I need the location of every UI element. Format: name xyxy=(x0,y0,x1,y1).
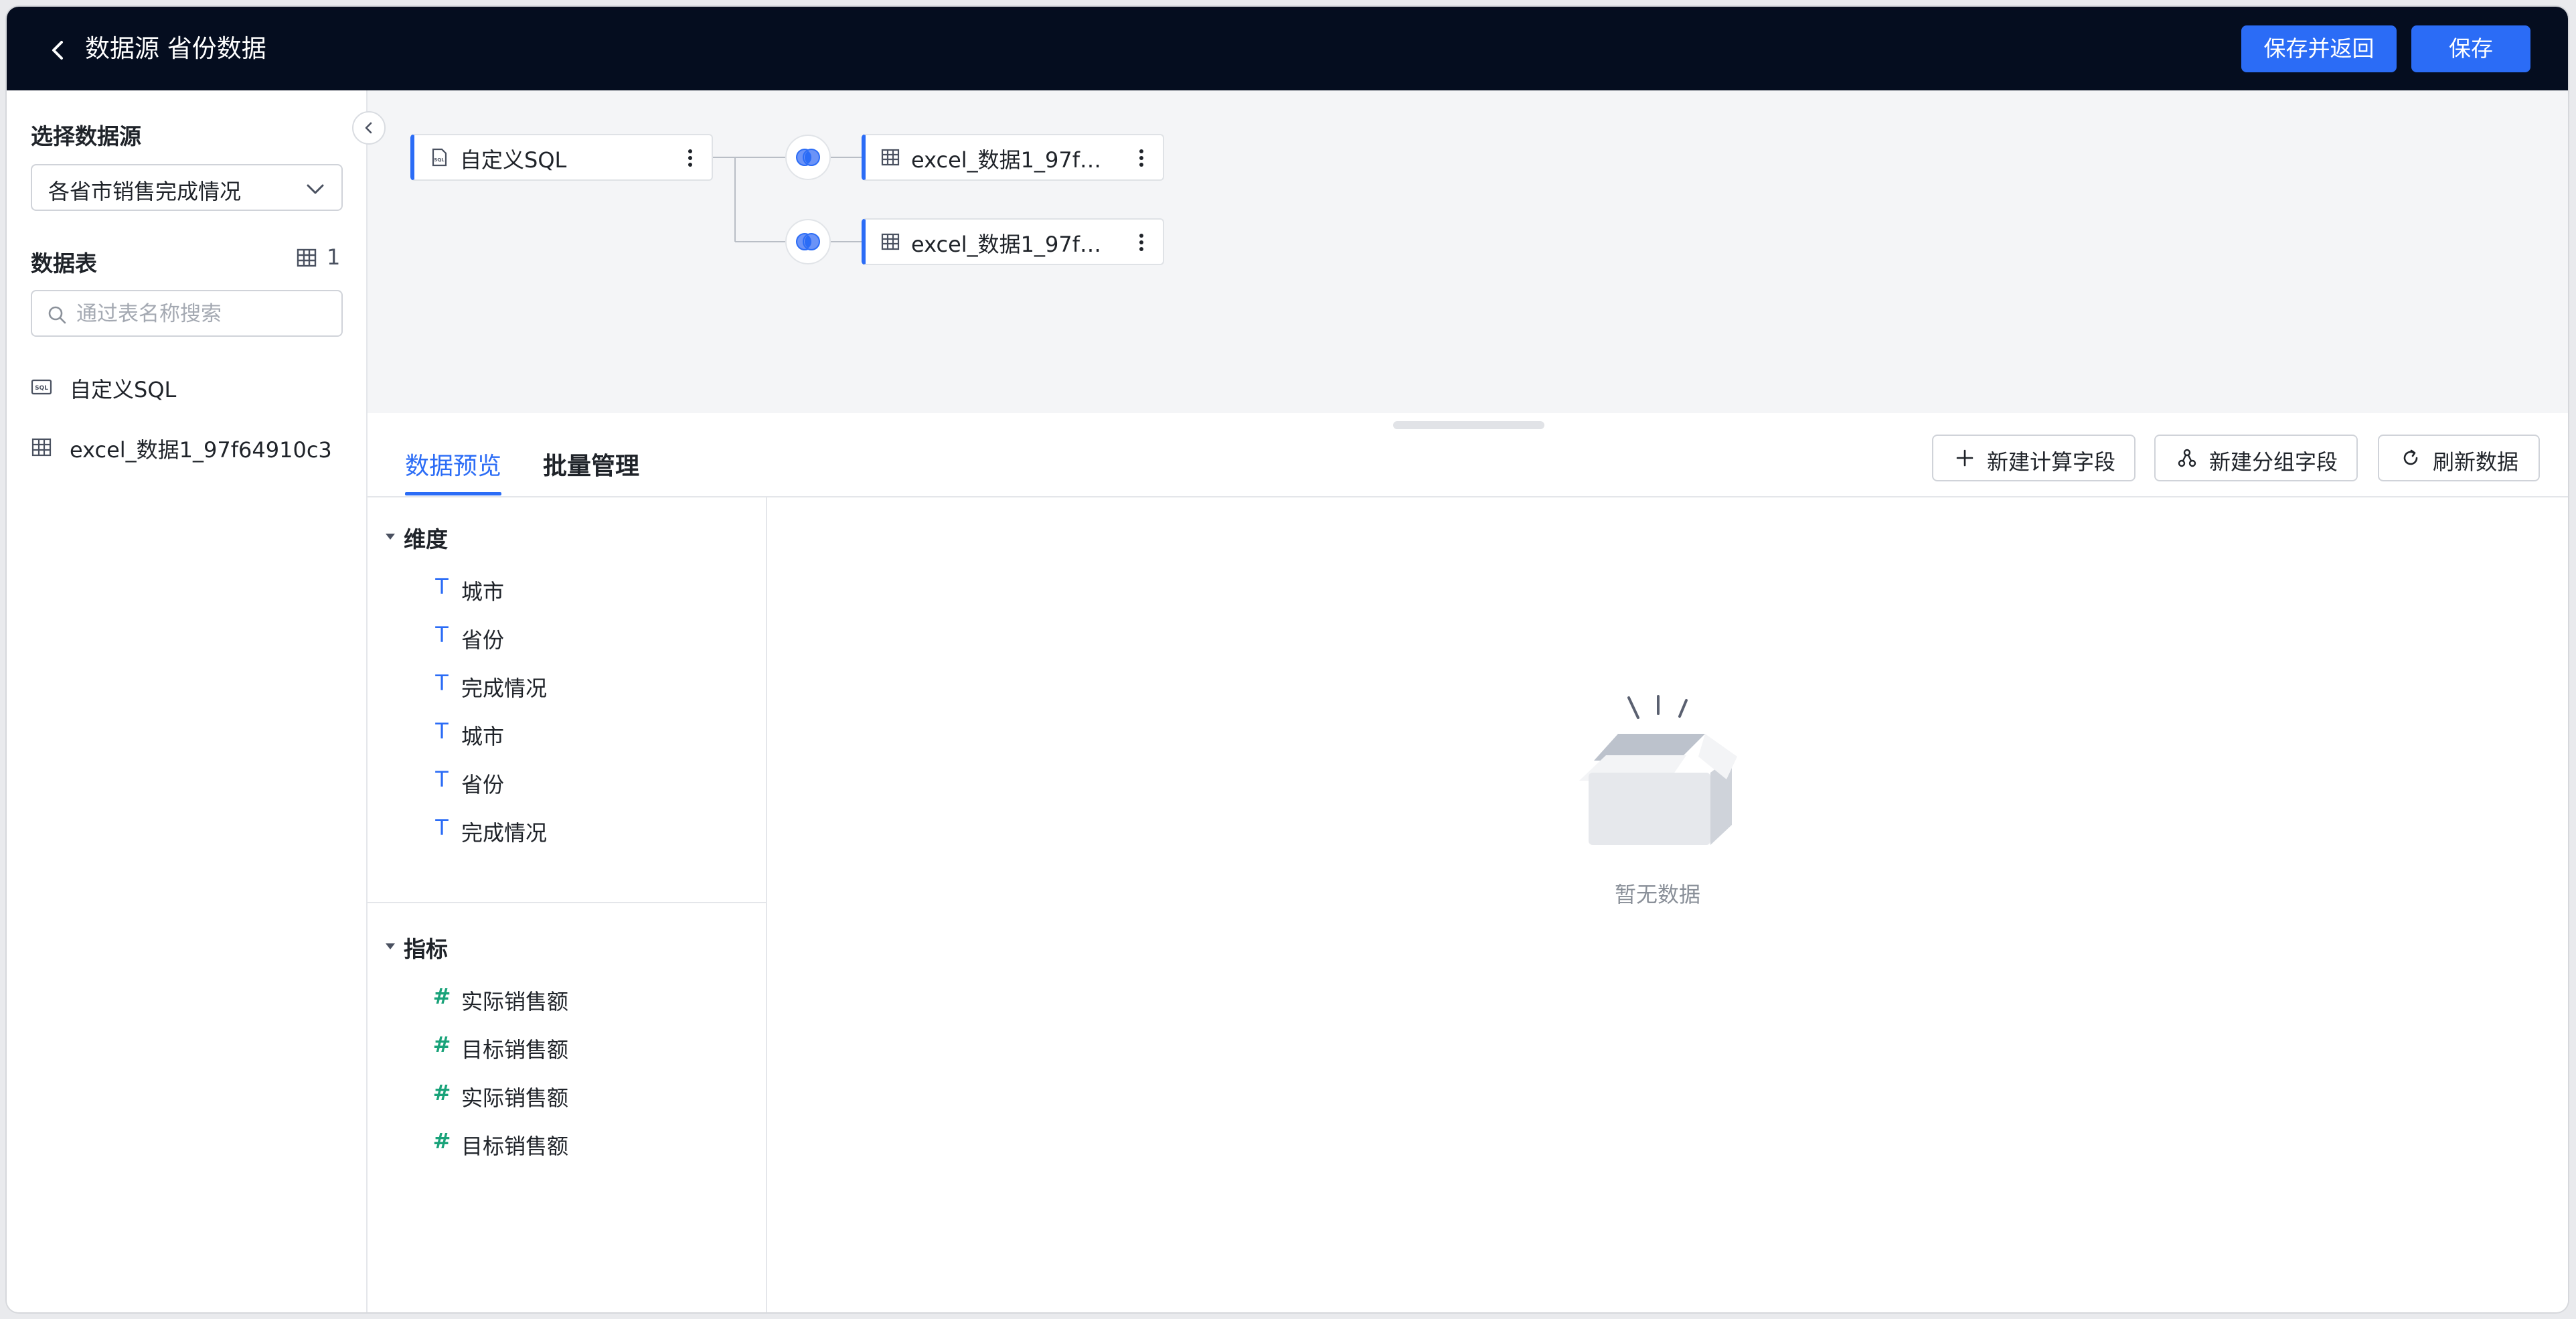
datasource-select-value: 各省市销售完成情况 xyxy=(48,179,242,204)
refresh-icon xyxy=(2403,449,2418,465)
dimension-field[interactable]: T 城市 xyxy=(432,717,740,749)
table-search[interactable] xyxy=(31,290,343,337)
tab-data-preview[interactable]: 数据预览 xyxy=(405,447,501,481)
save-and-return-button[interactable]: 保存并返回 xyxy=(2241,25,2397,72)
svg-text:SQL: SQL xyxy=(434,157,445,163)
search-icon xyxy=(48,306,66,324)
number-type-icon: # xyxy=(432,984,451,1009)
dimension-field[interactable]: T 省份 xyxy=(432,621,740,653)
dimension-field[interactable]: T 完成情况 xyxy=(432,813,740,846)
empty-state-text: 暂无数据 xyxy=(1614,882,1700,907)
field-label: 完成情况 xyxy=(461,676,548,701)
join-canvas[interactable]: SQL 自定义SQL excel_数据1_97f… excel_数据1_97f… xyxy=(368,90,2568,413)
button-label: 新建分组字段 xyxy=(2209,449,2338,475)
sql-file-icon: SQL xyxy=(432,148,447,167)
field-label: 城市 xyxy=(461,579,505,605)
button-label: 新建计算字段 xyxy=(1987,449,2116,475)
text-type-icon: T xyxy=(435,670,449,696)
node-label: excel_数据1_97f… xyxy=(911,232,1102,257)
text-type-icon: T xyxy=(435,718,449,744)
more-vertical-icon[interactable] xyxy=(1129,229,1153,256)
node-label: 自定义SQL xyxy=(460,147,567,173)
field-label: 省份 xyxy=(461,772,505,797)
tables-label: 数据表 xyxy=(31,250,97,277)
node-label: excel_数据1_97f… xyxy=(911,147,1102,173)
hierarchy-icon xyxy=(2178,449,2196,467)
table-icon xyxy=(881,149,900,166)
node-custom-sql[interactable]: SQL 自定义SQL xyxy=(410,134,713,181)
group-divider xyxy=(368,902,766,903)
datasource-label: 选择数据源 xyxy=(31,123,141,149)
measure-field[interactable]: # 目标销售额 xyxy=(432,1127,740,1159)
inner-join-icon xyxy=(796,233,820,250)
plus-icon xyxy=(1956,449,1974,467)
table-search-input[interactable] xyxy=(75,297,332,331)
text-type-icon: T xyxy=(435,815,449,840)
table-item-custom-sql[interactable]: SQL 自定义SQL xyxy=(31,370,345,404)
field-label: 实际销售额 xyxy=(461,989,569,1014)
field-label: 完成情况 xyxy=(461,820,548,846)
new-group-field-button[interactable]: 新建分组字段 xyxy=(2154,435,2358,481)
number-type-icon: # xyxy=(432,1128,451,1154)
number-type-icon: # xyxy=(432,1032,451,1057)
active-tab-indicator xyxy=(405,492,501,495)
sql-icon: SQL xyxy=(31,379,52,395)
dimension-field[interactable]: T 城市 xyxy=(432,572,740,605)
top-header: 数据源 省份数据 保存并返回 保存 xyxy=(7,7,2568,90)
chevron-down-icon xyxy=(307,184,324,194)
page-title: 数据源 省份数据 xyxy=(85,34,266,63)
measure-field[interactable]: # 实际销售额 xyxy=(432,982,740,1014)
table-icon xyxy=(297,248,317,267)
group-label: 指标 xyxy=(404,936,448,962)
table-item-excel[interactable]: excel_数据1_97f64910c3 xyxy=(31,431,345,464)
fields-panel: 维度 T 城市 T 省份 T 完成情况 T 城市 T 省份 T 完成情况 指标 … xyxy=(368,497,767,1312)
text-type-icon: T xyxy=(435,574,449,599)
svg-text:SQL: SQL xyxy=(35,385,48,392)
text-type-icon: T xyxy=(435,622,449,647)
tab-batch-manage[interactable]: 批量管理 xyxy=(543,447,639,481)
app-window: 数据源 省份数据 保存并返回 保存 选择数据源 各省市销售完成情况 数据表 1 xyxy=(7,7,2568,1312)
join-type-button[interactable] xyxy=(785,219,831,264)
empty-box-icon xyxy=(1579,695,1737,845)
text-type-icon: T xyxy=(435,767,449,792)
join-type-button[interactable] xyxy=(785,135,831,180)
save-button[interactable]: 保存 xyxy=(2411,25,2530,72)
panel-resize-handle[interactable] xyxy=(1393,421,1544,429)
back-arrow-icon[interactable] xyxy=(42,33,75,67)
collapse-sidebar-button[interactable] xyxy=(352,111,386,145)
more-vertical-icon[interactable] xyxy=(678,145,702,171)
field-label: 目标销售额 xyxy=(461,1037,569,1063)
group-label: 维度 xyxy=(404,526,448,552)
more-vertical-icon[interactable] xyxy=(1129,145,1153,171)
datasource-sidebar: 选择数据源 各省市销售完成情况 数据表 1 通过表名称搜索 SQL 自定义SQL… xyxy=(7,90,368,1312)
table-item-label: 自定义SQL xyxy=(70,377,177,402)
tables-count-value: 1 xyxy=(327,244,341,270)
table-icon xyxy=(31,438,52,457)
chevron-left-icon xyxy=(365,122,372,134)
measure-field[interactable]: # 实际销售额 xyxy=(432,1079,740,1111)
field-label: 目标销售额 xyxy=(461,1134,569,1159)
table-icon xyxy=(881,233,900,250)
field-label: 城市 xyxy=(461,724,505,749)
data-panel: 数据预览 批量管理 新建计算字段 新建分组字段 刷新数据 维度 T 城市 T 省… xyxy=(368,413,2568,1312)
caret-down-icon xyxy=(386,534,395,540)
refresh-data-button[interactable]: 刷新数据 xyxy=(2378,435,2540,481)
node-excel-table[interactable]: excel_数据1_97f… xyxy=(862,218,1164,265)
new-calculated-field-button[interactable]: 新建计算字段 xyxy=(1932,435,2136,481)
datasource-select[interactable]: 各省市销售完成情况 xyxy=(31,164,343,211)
dimension-field[interactable]: T 完成情况 xyxy=(432,669,740,701)
field-label: 实际销售额 xyxy=(461,1085,569,1111)
measure-field[interactable]: # 目标销售额 xyxy=(432,1030,740,1063)
field-label: 省份 xyxy=(461,627,505,653)
dimension-field[interactable]: T 省份 xyxy=(432,765,740,797)
number-type-icon: # xyxy=(432,1080,451,1105)
inner-join-icon xyxy=(796,149,820,166)
data-preview-area: 暂无数据 xyxy=(767,497,2568,1312)
button-label: 刷新数据 xyxy=(2433,449,2519,475)
node-excel-table[interactable]: excel_数据1_97f… xyxy=(862,134,1164,181)
caret-down-icon xyxy=(386,943,395,949)
table-item-label: excel_数据1_97f64910c3 xyxy=(70,437,332,463)
